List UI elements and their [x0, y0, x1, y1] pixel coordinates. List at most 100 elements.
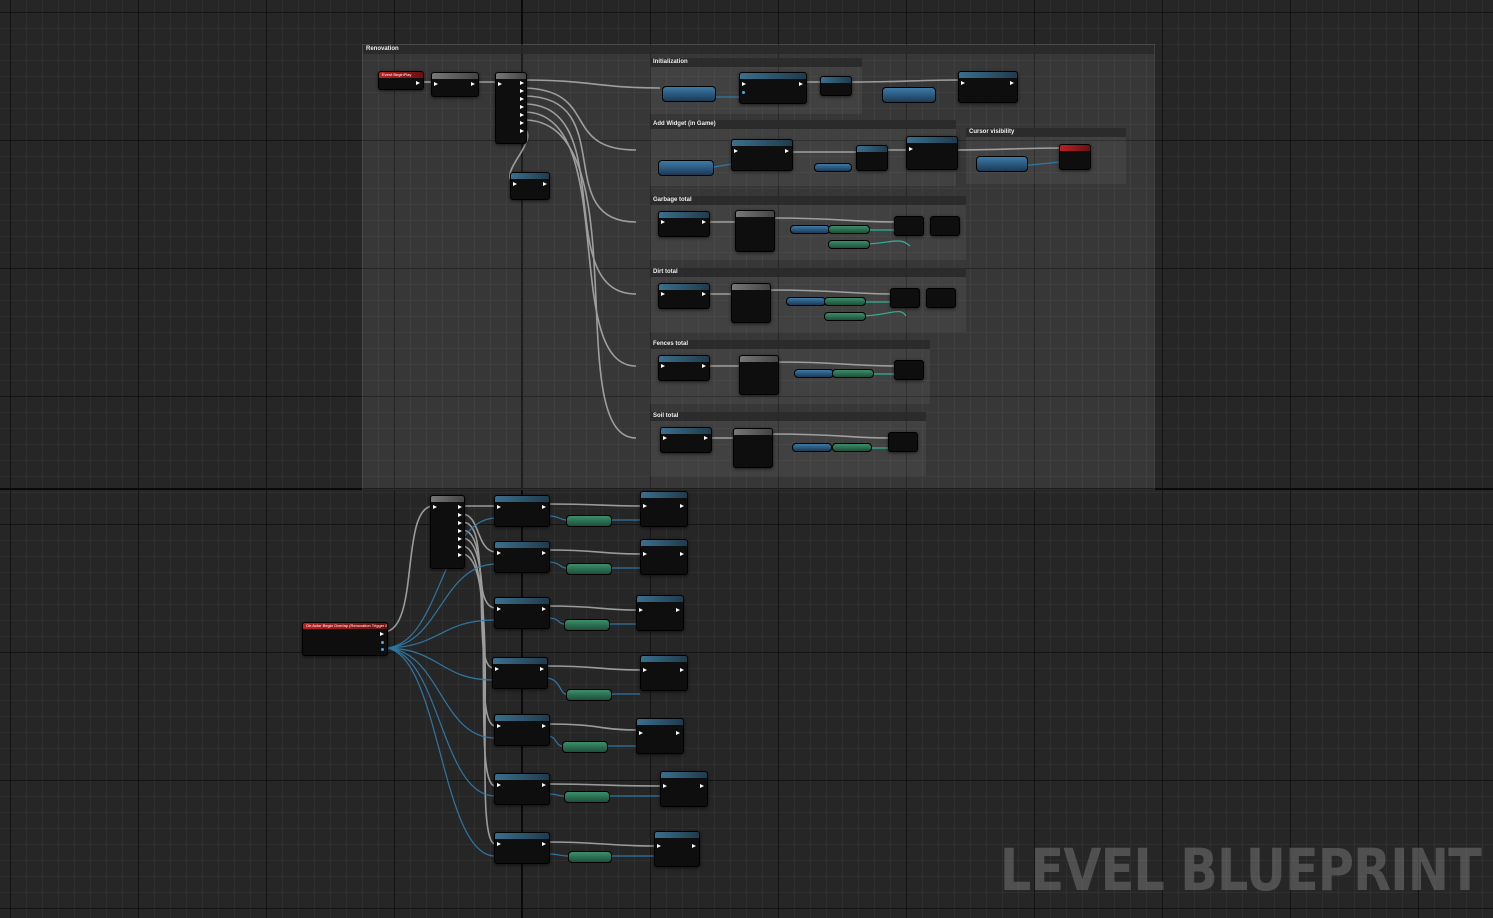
- function-node[interactable]: [636, 718, 684, 754]
- variable-node[interactable]: [882, 87, 936, 103]
- exec-out-pin[interactable]: [692, 844, 696, 848]
- exec-out-pin[interactable]: [520, 113, 524, 117]
- getter-node[interactable]: [566, 515, 612, 527]
- function-node[interactable]: [739, 355, 779, 395]
- exec-out-pin[interactable]: [702, 220, 706, 224]
- function-node[interactable]: [660, 427, 712, 453]
- function-node[interactable]: [894, 360, 924, 380]
- exec-in-pin[interactable]: [643, 668, 647, 672]
- function-node[interactable]: [906, 136, 958, 170]
- exec-in-pin[interactable]: [497, 505, 501, 509]
- function-node[interactable]: [930, 216, 960, 236]
- exec-out-pin[interactable]: [520, 89, 524, 93]
- exec-out-pin[interactable]: [700, 784, 704, 788]
- variable-node[interactable]: [832, 443, 872, 452]
- exec-out-pin[interactable]: [680, 504, 684, 508]
- exec-out-pin[interactable]: [542, 505, 546, 509]
- getter-node[interactable]: [562, 741, 608, 753]
- exec-out-pin[interactable]: [458, 553, 462, 557]
- exec-out-pin[interactable]: [704, 436, 708, 440]
- cast-node[interactable]: [494, 714, 550, 746]
- sequence-node[interactable]: [495, 72, 527, 144]
- exec-out-pin[interactable]: [542, 724, 546, 728]
- function-node[interactable]: [1059, 144, 1091, 170]
- cast-node[interactable]: [494, 541, 550, 573]
- function-node[interactable]: [658, 283, 710, 309]
- function-node[interactable]: [856, 145, 888, 171]
- function-node[interactable]: [739, 72, 807, 104]
- event-begin-play-node[interactable]: Event BeginPlay: [378, 71, 424, 90]
- cast-node[interactable]: [492, 657, 548, 689]
- function-node[interactable]: [735, 210, 775, 252]
- exec-in-pin[interactable]: [434, 82, 438, 86]
- function-node[interactable]: [640, 539, 688, 575]
- exec-out-pin[interactable]: [680, 552, 684, 556]
- exec-out-pin[interactable]: [520, 81, 524, 85]
- function-node[interactable]: [888, 432, 918, 452]
- exec-out-pin[interactable]: [676, 608, 680, 612]
- exec-out-pin[interactable]: [458, 505, 462, 509]
- cast-node[interactable]: [494, 495, 550, 527]
- exec-out-pin[interactable]: [702, 364, 706, 368]
- exec-in-pin[interactable]: [661, 220, 665, 224]
- variable-node[interactable]: [832, 369, 874, 378]
- exec-out-pin[interactable]: [542, 842, 546, 846]
- function-node[interactable]: [820, 76, 852, 96]
- exec-out-pin[interactable]: [520, 129, 524, 133]
- function-node[interactable]: [640, 491, 688, 527]
- exec-in-pin[interactable]: [643, 552, 647, 556]
- exec-in-pin[interactable]: [734, 149, 738, 153]
- exec-in-pin[interactable]: [639, 731, 643, 735]
- getter-node[interactable]: [564, 791, 610, 803]
- exec-out-pin[interactable]: [542, 551, 546, 555]
- variable-node[interactable]: [794, 369, 834, 378]
- exec-in-pin[interactable]: [657, 844, 661, 848]
- data-out-pin[interactable]: [381, 641, 384, 644]
- custom-event-node[interactable]: On Actor Begin Overlap (Renovation Trigg…: [302, 622, 388, 656]
- getter-node[interactable]: [566, 689, 612, 701]
- exec-out-pin[interactable]: [520, 97, 524, 101]
- function-node[interactable]: [731, 139, 793, 171]
- exec-in-pin[interactable]: [513, 182, 517, 186]
- exec-out-pin[interactable]: [520, 105, 524, 109]
- cast-node[interactable]: [494, 832, 550, 864]
- exec-out-pin[interactable]: [785, 149, 789, 153]
- exec-out-pin[interactable]: [458, 521, 462, 525]
- exec-out-pin[interactable]: [520, 121, 524, 125]
- exec-out-pin[interactable]: [416, 81, 420, 85]
- exec-out-pin[interactable]: [680, 668, 684, 672]
- exec-out-pin[interactable]: [458, 529, 462, 533]
- exec-in-pin[interactable]: [961, 81, 965, 85]
- exec-in-pin[interactable]: [497, 724, 501, 728]
- exec-out-pin[interactable]: [676, 731, 680, 735]
- function-node[interactable]: [926, 288, 956, 308]
- exec-in-pin[interactable]: [663, 436, 667, 440]
- getter-node[interactable]: [564, 619, 610, 631]
- exec-in-pin[interactable]: [497, 607, 501, 611]
- exec-in-pin[interactable]: [497, 551, 501, 555]
- variable-node[interactable]: [824, 312, 866, 321]
- exec-out-pin[interactable]: [542, 607, 546, 611]
- exec-in-pin[interactable]: [433, 505, 437, 509]
- variable-node[interactable]: [976, 156, 1028, 172]
- exec-out-pin[interactable]: [471, 82, 475, 86]
- function-node[interactable]: [431, 72, 479, 97]
- exec-in-pin[interactable]: [643, 504, 647, 508]
- variable-node[interactable]: [828, 240, 870, 249]
- exec-in-pin[interactable]: [742, 82, 746, 86]
- function-node[interactable]: [958, 71, 1018, 103]
- data-in-pin[interactable]: [742, 91, 745, 94]
- function-node[interactable]: [654, 831, 700, 867]
- function-node[interactable]: [636, 595, 684, 631]
- exec-in-pin[interactable]: [661, 292, 665, 296]
- variable-node[interactable]: [658, 160, 714, 176]
- variable-node[interactable]: [824, 297, 866, 306]
- function-node[interactable]: [658, 355, 710, 381]
- cast-node[interactable]: [494, 773, 550, 805]
- exec-in-pin[interactable]: [495, 667, 499, 671]
- variable-node[interactable]: [786, 297, 826, 306]
- exec-out-pin[interactable]: [540, 667, 544, 671]
- getter-node[interactable]: [568, 851, 612, 863]
- data-out-pin[interactable]: [381, 648, 384, 651]
- variable-node[interactable]: [790, 225, 830, 234]
